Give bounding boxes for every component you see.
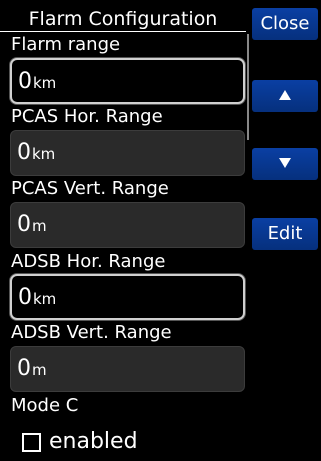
close-button[interactable]: Close bbox=[252, 8, 318, 40]
adsb-hor-range-unit: km bbox=[33, 290, 57, 308]
mode-c-checkbox[interactable] bbox=[22, 432, 41, 452]
adsb-vert-range-unit: m bbox=[32, 361, 47, 379]
pcas-hor-range-field[interactable]: 0km bbox=[10, 130, 245, 176]
pcas-vert-range-value: 0 bbox=[17, 212, 31, 237]
adsb-vert-range-field[interactable]: 0m bbox=[10, 346, 245, 392]
pcas-vert-range-field[interactable]: 0m bbox=[10, 202, 245, 248]
arrow-up-icon bbox=[279, 90, 291, 100]
scroll-down-button[interactable] bbox=[252, 148, 318, 180]
pcas-vert-range-label: PCAS Vert. Range bbox=[11, 178, 169, 199]
pcas-hor-range-value: 0 bbox=[17, 140, 31, 165]
pcas-hor-range-label: PCAS Hor. Range bbox=[11, 106, 163, 127]
page-title: Flarm Configuration bbox=[0, 6, 246, 32]
flarm-range-label: Flarm range bbox=[11, 34, 121, 55]
flarm-range-field[interactable]: 0km bbox=[10, 58, 245, 104]
pcas-hor-range-unit: km bbox=[32, 145, 56, 163]
adsb-hor-range-label: ADSB Hor. Range bbox=[11, 251, 166, 272]
flarm-config-screen: Flarm Configuration Flarm range 0km PCAS… bbox=[0, 0, 321, 461]
adsb-vert-range-label: ADSB Vert. Range bbox=[11, 322, 172, 343]
adsb-hor-range-field[interactable]: 0km bbox=[10, 274, 245, 320]
adsb-vert-range-value: 0 bbox=[17, 356, 31, 381]
adsb-hor-range-value: 0 bbox=[18, 285, 32, 310]
scroll-up-button[interactable] bbox=[252, 80, 318, 112]
flarm-range-unit: km bbox=[33, 74, 57, 92]
flarm-range-value: 0 bbox=[18, 69, 32, 94]
pcas-vert-range-unit: m bbox=[32, 217, 47, 235]
mode-c-label: Mode C bbox=[11, 395, 79, 416]
edit-button[interactable]: Edit bbox=[252, 218, 318, 250]
scrollbar[interactable] bbox=[247, 34, 249, 140]
mode-c-checkbox-label[interactable]: enabled bbox=[49, 428, 138, 456]
arrow-down-icon bbox=[279, 158, 291, 168]
mode-c-checkbox-row[interactable]: enabled bbox=[22, 428, 138, 456]
